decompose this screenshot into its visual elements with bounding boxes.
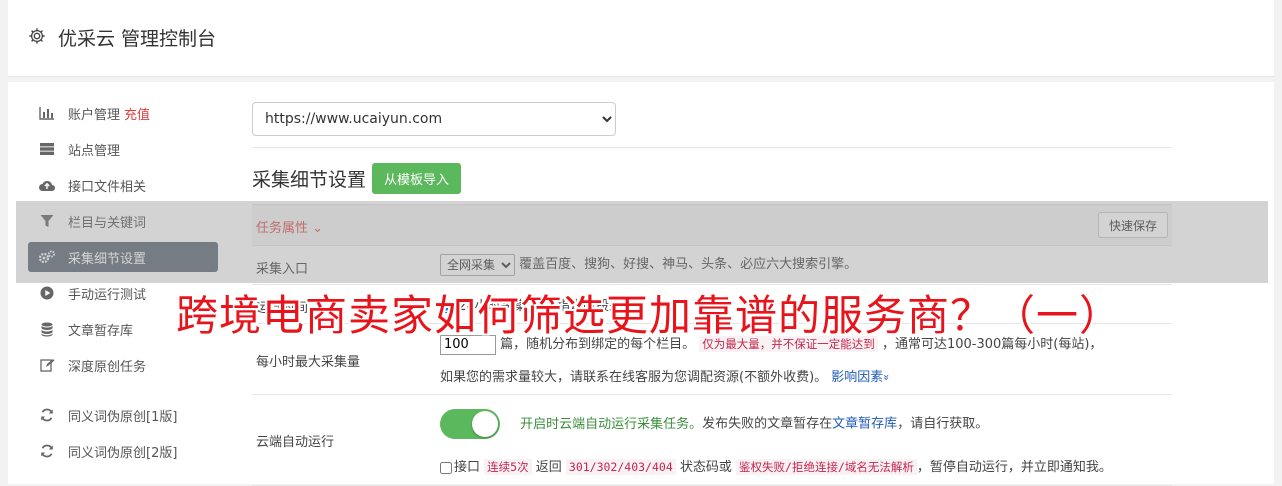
database-icon — [38, 321, 56, 337]
auth-failure-code: 鉴权失败/拒绝连接/域名无法解析 — [736, 459, 917, 475]
sidebar-item-deep-original[interactable]: 深度原创任务 — [28, 350, 218, 380]
sidebar-item-sites[interactable]: 站点管理 — [28, 134, 218, 164]
return-text: 返回 — [535, 460, 562, 475]
server-icon — [38, 141, 56, 157]
cloud-run-text2: ，请自行获取。 — [897, 416, 989, 432]
sidebar-item-interface-files[interactable]: 接口文件相关 — [28, 170, 218, 200]
sidebar-item-label: 站点管理 — [68, 143, 121, 159]
max-per-hour-label: 每小时最大采集量 — [256, 355, 361, 370]
sidebar-item-label: 接口文件相关 — [68, 179, 147, 195]
pause-label: 接口 — [454, 460, 481, 475]
edit-icon — [38, 357, 56, 373]
sidebar-item-label: 账户管理 — [68, 107, 121, 123]
sidebar-item-label: 文章暂存库 — [68, 323, 134, 339]
overlay-title: 跨境电商卖家如何筛选更加靠谱的服务商？（一） — [176, 291, 1123, 340]
pause-tail: ，暂停自动运行，并立即通知我。 — [916, 460, 1112, 475]
section-title: 采集细节设置 — [252, 168, 367, 191]
site-select[interactable]: https://www.ucaiyun.com — [252, 102, 616, 136]
max-line2: 如果您的需求量较大，请联系在线客服为您调配资源(不额外收费)。 — [440, 370, 828, 385]
consecutive-code: 连续5次 — [484, 459, 532, 475]
sidebar-item-account[interactable]: 账户管理 充值 — [28, 98, 218, 128]
cloud-run-row: 云端自动运行 开启时云端自动运行采集任务。发布失败的文章暂存在文章暂存库，请自行… — [252, 395, 1172, 486]
cloud-run-toggle[interactable] — [440, 409, 500, 439]
article-store-link[interactable]: 文章暂存库 — [832, 417, 897, 432]
sidebar-item-label: 深度原创任务 — [68, 359, 147, 375]
pause-checkbox[interactable] — [440, 461, 452, 474]
refresh-icon — [38, 443, 56, 459]
cloud-upload-icon — [38, 177, 56, 193]
sidebar-item-synonym-v1[interactable]: 同义词伪原创[1版] — [28, 400, 218, 430]
divider — [252, 147, 1172, 148]
sidebar-item-label: 手动运行测试 — [68, 287, 147, 303]
play-circle-icon — [38, 285, 56, 301]
cloud-run-label: 云端自动运行 — [256, 435, 335, 450]
section-header: 采集细节设置 从模板导入 — [252, 162, 1172, 194]
factors-link-text: 影响因素 — [831, 370, 884, 385]
status-text: 状态码或 — [679, 460, 732, 475]
page-title: 优采云 管理控制台 — [58, 28, 217, 50]
sidebar-item-synonym-v2[interactable]: 同义词伪原创[2版] — [28, 436, 218, 466]
gear-icon — [29, 28, 45, 44]
refresh-icon — [38, 407, 56, 423]
cloud-run-text1: 发布失败的文章暂存在 — [702, 416, 833, 432]
page-header: 优采云 管理控制台 — [8, 0, 1274, 77]
cloud-run-desc: 开启时云端自动运行采集任务。 — [520, 416, 703, 432]
overlay-band — [16, 201, 1268, 283]
sidebar-item-label: 同义词伪原创[2版] — [68, 445, 178, 461]
recharge-badge[interactable]: 充值 — [124, 104, 150, 123]
factors-link[interactable]: 影响因素» — [831, 370, 894, 385]
bar-chart-icon — [38, 105, 56, 121]
sidebar-item-label: 同义词伪原创[1版] — [68, 409, 178, 425]
import-template-button[interactable]: 从模板导入 — [372, 162, 462, 194]
chevron-down-icon: » — [880, 374, 894, 381]
status-codes: 301/302/403/404 — [565, 459, 676, 475]
